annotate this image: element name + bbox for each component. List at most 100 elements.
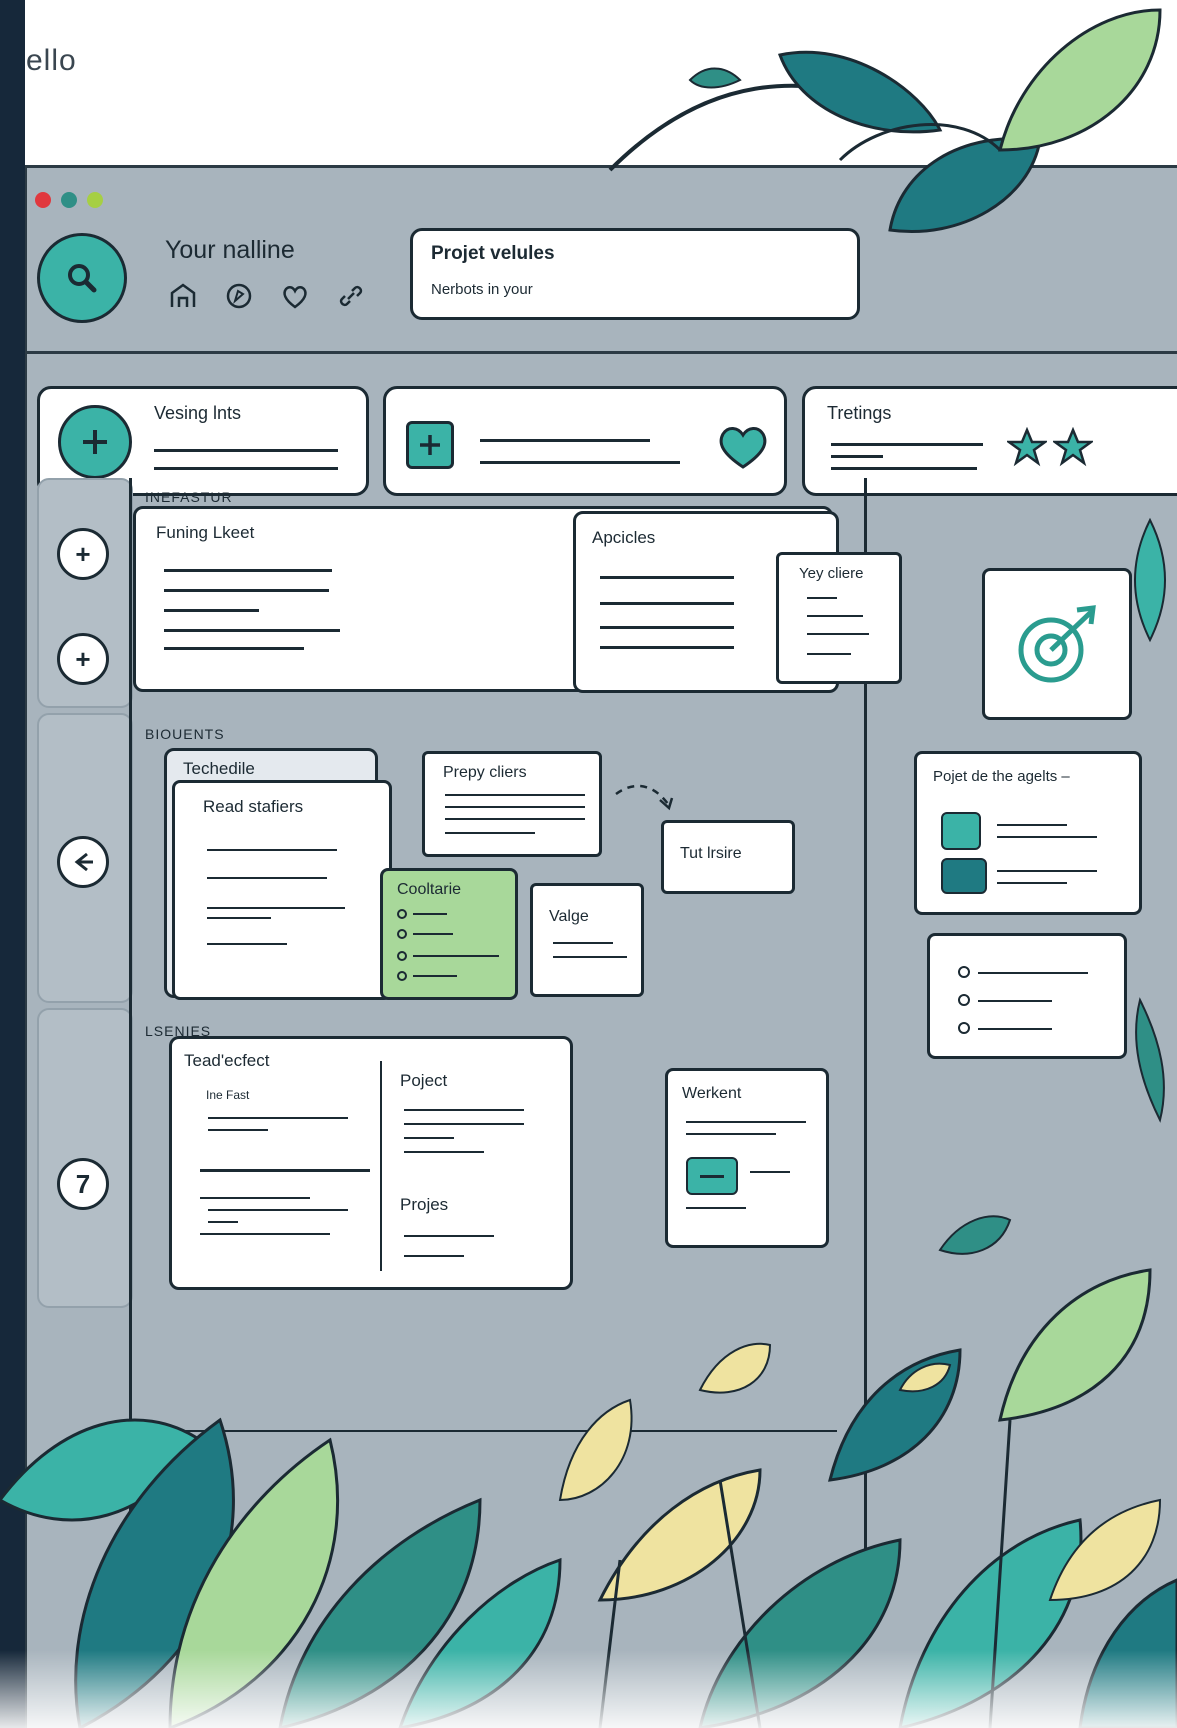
placeholder-line [686, 1207, 746, 1209]
radio-option-label [413, 913, 447, 915]
card-werkent[interactable]: Werkent [665, 1068, 829, 1248]
heart-outline-icon[interactable] [277, 278, 313, 314]
checklist-item [807, 615, 863, 617]
card-yey[interactable]: Yey cliere [776, 552, 902, 684]
card-checklist-right[interactable] [927, 933, 1127, 1059]
radio-option-label [978, 972, 1088, 974]
placeholder-line [207, 917, 271, 919]
star-icon[interactable] [1007, 427, 1047, 467]
placeholder-line [600, 576, 734, 579]
add-button-1[interactable]: + [57, 528, 109, 580]
placeholder-line [600, 626, 734, 629]
card-valge[interactable]: Valge [530, 883, 644, 997]
project-title: Projet velules [431, 243, 555, 264]
arrow-left-icon [74, 852, 93, 872]
placeholder-line [404, 1109, 524, 1111]
placeholder-line [600, 602, 734, 605]
placeholder-line [208, 1209, 348, 1211]
card-prepy[interactable]: Prepy cliers [422, 751, 602, 857]
card-target[interactable] [982, 568, 1132, 720]
placeholder-line [404, 1137, 454, 1139]
card-prepy-title: Prepy cliers [443, 764, 527, 781]
card-apcicles-title: Apcicles [592, 528, 656, 547]
placeholder-line [831, 443, 983, 446]
toolbar-icons [165, 278, 369, 314]
placeholder-line [480, 439, 650, 442]
placeholder-line [997, 824, 1067, 826]
back-button[interactable] [57, 836, 109, 888]
placeholder-line [445, 832, 535, 834]
seven-button[interactable]: 7 [57, 1158, 109, 1210]
placeholder-line [164, 647, 304, 650]
placeholder-line [208, 1117, 348, 1119]
card-tut-title: Tut lrsire [680, 845, 742, 862]
window-maximize-dot[interactable] [87, 192, 103, 208]
left-rail-divider [129, 478, 132, 1578]
radio-option-label [413, 933, 453, 935]
radio-option[interactable] [958, 1022, 970, 1034]
header-divider [27, 351, 1177, 354]
card-read[interactable]: Read stafiers [172, 780, 392, 1000]
placeholder-line [164, 629, 340, 632]
card-tut[interactable]: Tut lrsire [661, 820, 795, 894]
card-valge-title: Valge [549, 908, 589, 925]
card-tead[interactable]: Tead'ecfect Ine Fast Poject Projes [169, 1036, 573, 1290]
radio-option-label [978, 1000, 1052, 1002]
window-minimize-dot[interactable] [61, 192, 77, 208]
card-tead-column-divider [380, 1061, 382, 1271]
placeholder-line [208, 1129, 268, 1131]
card-tead-divider [200, 1169, 370, 1172]
window-close-dot[interactable] [35, 192, 51, 208]
search-button[interactable] [37, 233, 127, 323]
card-coolterie[interactable]: Cooltarie [380, 868, 518, 1000]
placeholder-line [831, 455, 883, 458]
placeholder-line [600, 646, 734, 649]
workspace-name: Your nalline [165, 236, 295, 264]
project-values-box[interactable]: Projet velules Nerbots in your [410, 228, 860, 320]
card-tretings-title: Tretings [827, 403, 892, 423]
placeholder-line [404, 1123, 524, 1125]
radio-option[interactable] [397, 929, 407, 939]
placeholder-line [997, 882, 1067, 884]
app-window: Your nalline Projet velules Nerbots in y… [25, 165, 1177, 1728]
radio-option[interactable] [397, 951, 407, 961]
placeholder-line [553, 956, 627, 958]
add-square-button[interactable] [406, 421, 454, 469]
add-circle-button[interactable] [58, 405, 132, 479]
placeholder-line [404, 1235, 494, 1237]
card-yey-title: Yey cliere [799, 565, 864, 582]
radio-option[interactable] [958, 966, 970, 978]
checklist-item [807, 633, 869, 635]
dashed-arrow [615, 784, 674, 811]
section-label-2: BIOUENTS [145, 726, 225, 742]
card-tead-title: Tead'ecfect [184, 1051, 270, 1070]
card-projet-the[interactable]: Pojet de the agelts – [914, 751, 1142, 915]
placeholder-line [200, 1233, 330, 1235]
add-button-2[interactable]: + [57, 633, 109, 685]
compass-icon[interactable] [221, 278, 257, 314]
card-tretings[interactable]: Tretings [802, 386, 1177, 496]
heart-icon[interactable] [716, 423, 770, 471]
placeholder-line [445, 806, 585, 808]
card-techedule-title: Techedile [183, 759, 255, 778]
placeholder-line [480, 461, 680, 464]
home-icon[interactable] [165, 278, 201, 314]
plus-icon [420, 435, 440, 455]
radio-option[interactable] [958, 994, 970, 1006]
radio-option[interactable] [397, 909, 407, 919]
placeholder-line [404, 1151, 484, 1153]
placeholder-line [154, 467, 338, 470]
target-icon [1018, 605, 1096, 683]
card-coolterie-title: Cooltarie [397, 881, 462, 898]
star-icon[interactable] [1053, 427, 1093, 467]
card-read-title: Read stafiers [203, 797, 304, 816]
placeholder-line [154, 449, 338, 452]
search-icon [68, 264, 97, 293]
card-middle[interactable] [383, 386, 787, 496]
placeholder-line [207, 907, 345, 909]
toggle-button[interactable] [686, 1157, 738, 1195]
dark-teal-swatch [941, 858, 987, 894]
link-icon[interactable] [333, 278, 369, 314]
card-vesing-title: Vesing lnts [154, 403, 242, 423]
radio-option[interactable] [397, 971, 407, 981]
